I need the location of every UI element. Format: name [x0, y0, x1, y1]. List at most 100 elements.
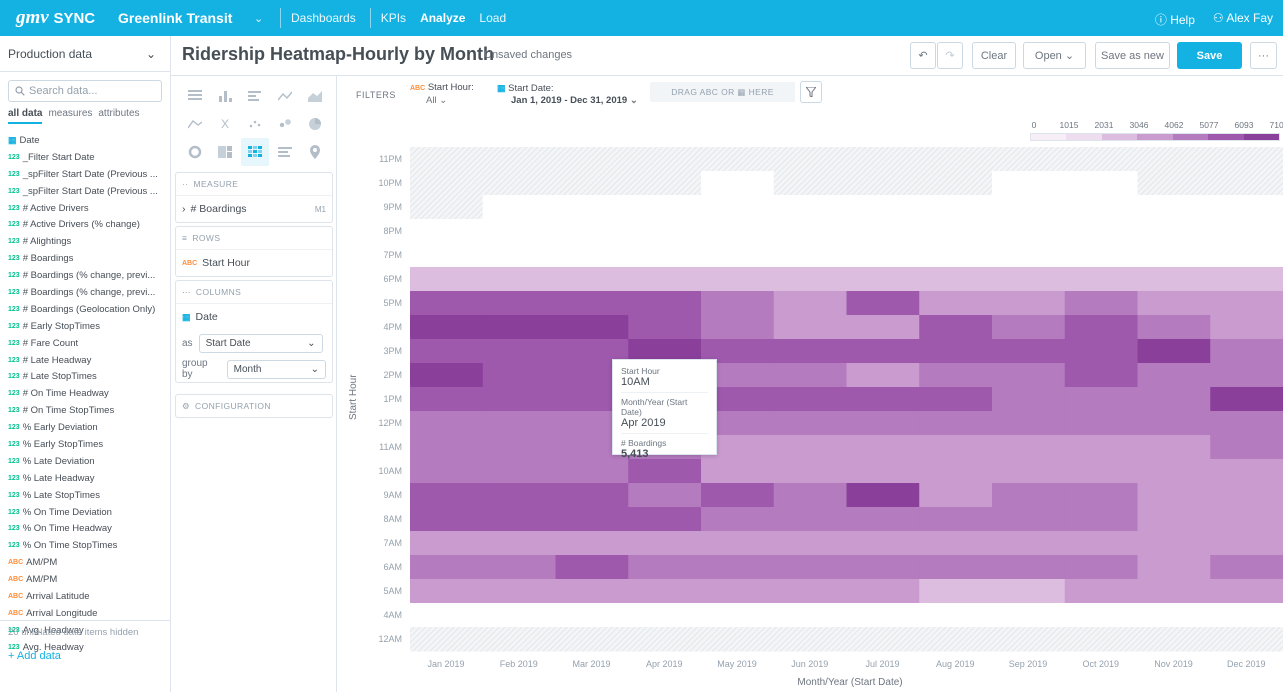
heatmap-cell[interactable]	[555, 267, 629, 292]
heatmap-cell[interactable]	[1210, 387, 1283, 412]
heatmap-cell[interactable]	[410, 243, 484, 268]
heatmap-cell[interactable]	[919, 579, 993, 604]
heatmap-cell[interactable]	[1137, 195, 1211, 220]
heatmap-cell[interactable]	[773, 579, 847, 604]
heatmap-cell[interactable]	[1137, 291, 1211, 316]
heatmap-cell[interactable]	[773, 195, 847, 220]
heatmap-cell[interactable]	[1210, 507, 1283, 532]
heatmap-cell[interactable]	[482, 171, 556, 196]
heatmap-cell[interactable]	[410, 315, 484, 340]
heatmap-cell[interactable]	[410, 627, 484, 652]
heatmap-cell[interactable]	[1210, 195, 1283, 220]
heatmap-cell[interactable]	[410, 387, 484, 412]
heatmap-cell[interactable]	[1210, 339, 1283, 364]
heatmap-cell[interactable]	[773, 291, 847, 316]
heatmap-cell[interactable]	[1210, 435, 1283, 460]
heatmap-cell[interactable]	[701, 171, 775, 196]
heatmap-cell[interactable]	[628, 315, 702, 340]
heatmap-cell[interactable]	[1210, 483, 1283, 508]
heatmap-cell[interactable]	[919, 171, 993, 196]
heatmap-cell[interactable]	[846, 507, 920, 532]
heatmap-cell[interactable]	[410, 291, 484, 316]
heatmap-cell[interactable]	[628, 603, 702, 628]
heatmap-cell[interactable]	[1137, 243, 1211, 268]
heatmap-cell[interactable]	[1137, 147, 1211, 172]
heatmap-cell[interactable]	[1064, 435, 1138, 460]
heatmap-cell[interactable]	[846, 411, 920, 436]
heatmap-cell[interactable]	[1210, 147, 1283, 172]
heatmap-cell[interactable]	[1137, 171, 1211, 196]
heatmap-cell[interactable]	[992, 531, 1066, 556]
heatmap-cell[interactable]	[1064, 459, 1138, 484]
heatmap-cell[interactable]	[773, 147, 847, 172]
heatmap-cell[interactable]	[1064, 339, 1138, 364]
heatmap-cell[interactable]	[773, 435, 847, 460]
heatmap-cell[interactable]	[482, 435, 556, 460]
heatmap-cell[interactable]	[919, 219, 993, 244]
heatmap-cell[interactable]	[628, 507, 702, 532]
heatmap-cell[interactable]	[482, 555, 556, 580]
heatmap-cell[interactable]	[1137, 507, 1211, 532]
heatmap-cell[interactable]	[992, 483, 1066, 508]
heatmap-cell[interactable]	[992, 315, 1066, 340]
heatmap-cell[interactable]	[628, 171, 702, 196]
heatmap-cell[interactable]	[846, 171, 920, 196]
heatmap-cell[interactable]	[1064, 219, 1138, 244]
heatmap-cell[interactable]	[1137, 579, 1211, 604]
heatmap-cell[interactable]	[482, 195, 556, 220]
heatmap-cell[interactable]	[992, 387, 1066, 412]
heatmap-cell[interactable]	[555, 507, 629, 532]
heatmap-cell[interactable]	[1210, 363, 1283, 388]
heatmap-cell[interactable]	[1137, 627, 1211, 652]
heatmap-cell[interactable]	[555, 219, 629, 244]
heatmap-cell[interactable]	[410, 219, 484, 244]
heatmap-cell[interactable]	[701, 627, 775, 652]
heatmap-cell[interactable]	[628, 579, 702, 604]
heatmap-cell[interactable]	[482, 339, 556, 364]
heatmap-cell[interactable]	[482, 603, 556, 628]
heatmap-cell[interactable]	[1064, 195, 1138, 220]
heatmap-cell[interactable]	[846, 435, 920, 460]
heatmap-cell[interactable]	[1137, 339, 1211, 364]
heatmap-cell[interactable]	[555, 603, 629, 628]
heatmap-cell[interactable]	[701, 267, 775, 292]
heatmap-cell[interactable]	[992, 291, 1066, 316]
heatmap-cell[interactable]	[482, 411, 556, 436]
heatmap-cell[interactable]	[773, 459, 847, 484]
heatmap-cell[interactable]	[1137, 483, 1211, 508]
heatmap-cell[interactable]	[410, 483, 484, 508]
heatmap-cell[interactable]	[773, 339, 847, 364]
heatmap-cell[interactable]	[555, 627, 629, 652]
heatmap-cell[interactable]	[1064, 315, 1138, 340]
heatmap-cell[interactable]	[701, 507, 775, 532]
heatmap-cell[interactable]	[410, 555, 484, 580]
heatmap-cell[interactable]	[482, 291, 556, 316]
heatmap-cell[interactable]	[846, 387, 920, 412]
heatmap-cell[interactable]	[701, 291, 775, 316]
heatmap-cell[interactable]	[992, 411, 1066, 436]
heatmap-cell[interactable]	[773, 627, 847, 652]
heatmap-cell[interactable]	[846, 579, 920, 604]
heatmap-cell[interactable]	[1064, 291, 1138, 316]
heatmap-cell[interactable]	[1210, 579, 1283, 604]
heatmap-cell[interactable]	[919, 531, 993, 556]
heatmap-cell[interactable]	[410, 603, 484, 628]
heatmap-cell[interactable]	[919, 603, 993, 628]
heatmap-cell[interactable]	[846, 243, 920, 268]
heatmap-cell[interactable]	[628, 195, 702, 220]
heatmap-cell[interactable]	[410, 579, 484, 604]
heatmap-cell[interactable]	[410, 363, 484, 388]
heatmap-cell[interactable]	[846, 339, 920, 364]
heatmap-cell[interactable]	[773, 267, 847, 292]
heatmap-cell[interactable]	[482, 363, 556, 388]
heatmap-cell[interactable]	[1064, 579, 1138, 604]
heatmap-cell[interactable]	[1064, 363, 1138, 388]
heatmap-cell[interactable]	[992, 507, 1066, 532]
heatmap-cell[interactable]	[773, 411, 847, 436]
heatmap-cell[interactable]	[628, 555, 702, 580]
heatmap-cell[interactable]	[410, 411, 484, 436]
heatmap-cell[interactable]	[555, 531, 629, 556]
heatmap-cell[interactable]	[919, 507, 993, 532]
heatmap-cell[interactable]	[992, 339, 1066, 364]
heatmap-cell[interactable]	[773, 243, 847, 268]
